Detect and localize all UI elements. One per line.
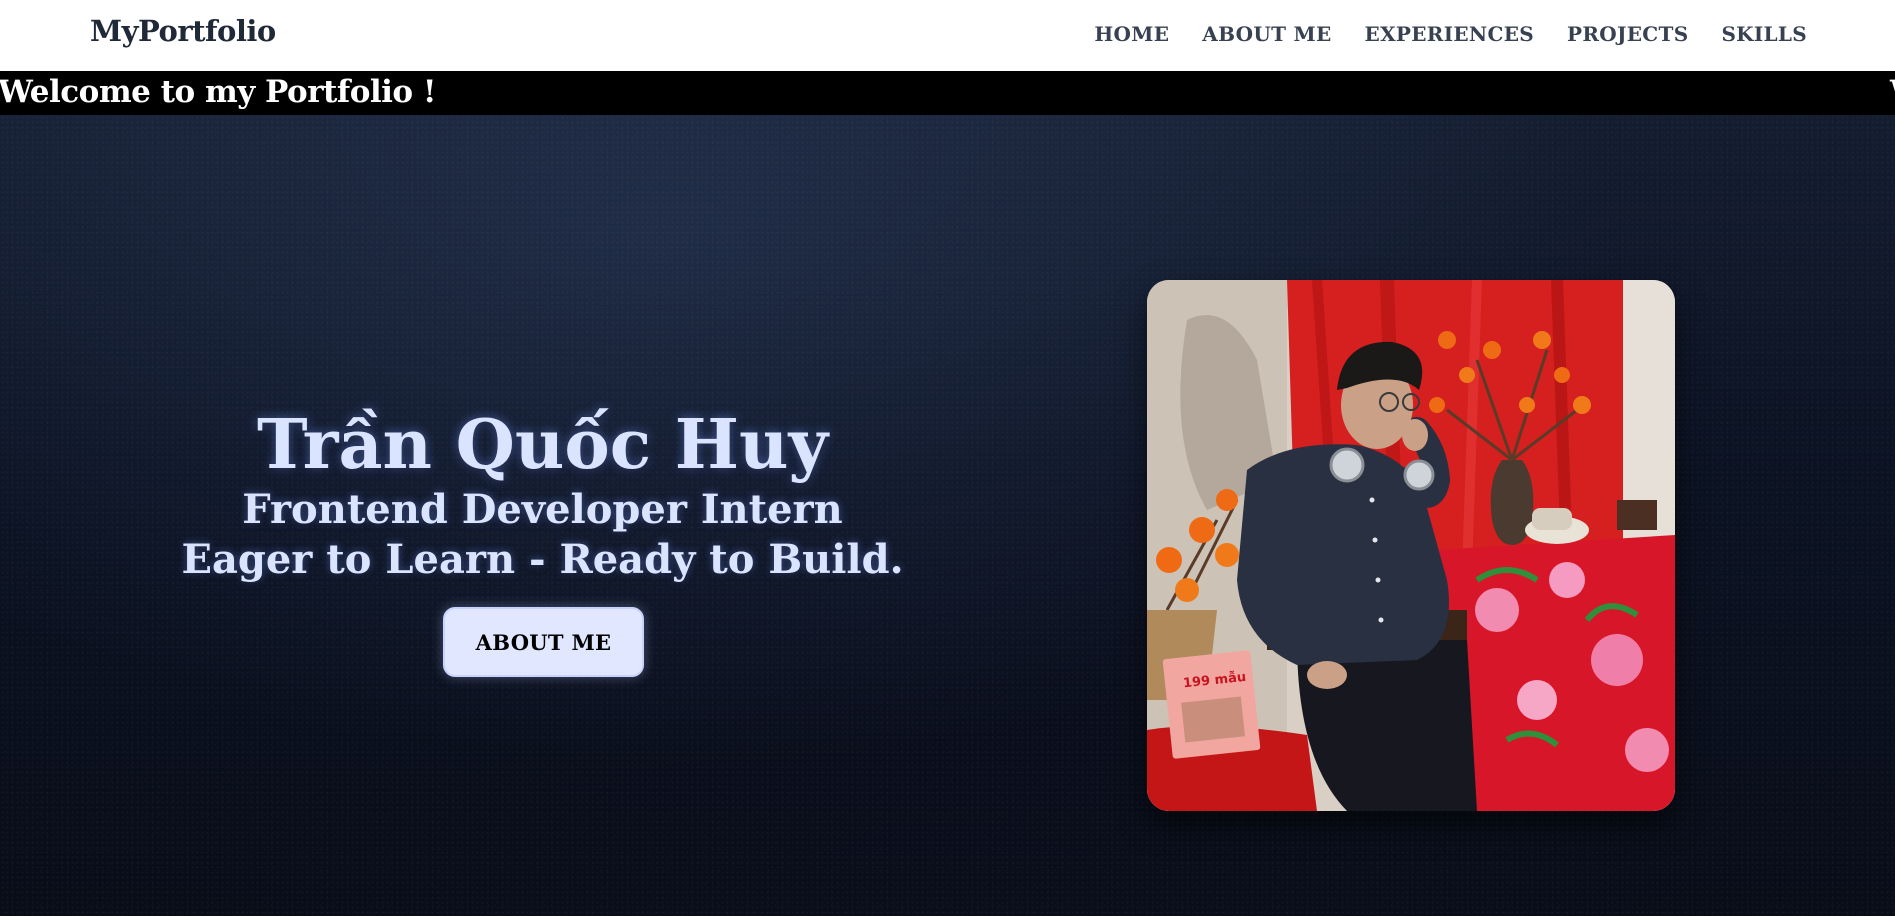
hero-role: Frontend Developer Intern: [242, 486, 843, 533]
nav-projects[interactable]: PROJECTS: [1567, 22, 1688, 46]
brand-logo[interactable]: MyPortfolio: [90, 14, 276, 48]
site-header: MyPortfolio HOME ABOUT ME EXPERIENCES PR…: [0, 0, 1895, 71]
welcome-marquee: Welcome to my Portfolio ! W: [0, 71, 1895, 115]
main-nav: HOME ABOUT ME EXPERIENCES PROJECTS SKILL…: [1094, 0, 1807, 68]
profile-photo: 199 mẫu: [1147, 280, 1675, 811]
hero-name: Trần Quốc Huy: [257, 405, 828, 485]
nav-about-me[interactable]: ABOUT ME: [1202, 22, 1331, 46]
marquee-text: Welcome to my Portfolio !: [0, 74, 437, 110]
hero-section: Trần Quốc Huy Frontend Developer Intern …: [0, 115, 1895, 916]
nav-experiences[interactable]: EXPERIENCES: [1365, 22, 1534, 46]
about-me-button[interactable]: ABOUT ME: [443, 607, 644, 677]
nav-skills[interactable]: SKILLS: [1721, 22, 1807, 46]
nav-home[interactable]: HOME: [1094, 22, 1169, 46]
hero-text-block: Trần Quốc Huy Frontend Developer Intern …: [110, 405, 975, 585]
hero-tagline: Eager to Learn - Ready to Build.: [181, 536, 904, 583]
marquee-text-next: W: [1890, 74, 1895, 110]
